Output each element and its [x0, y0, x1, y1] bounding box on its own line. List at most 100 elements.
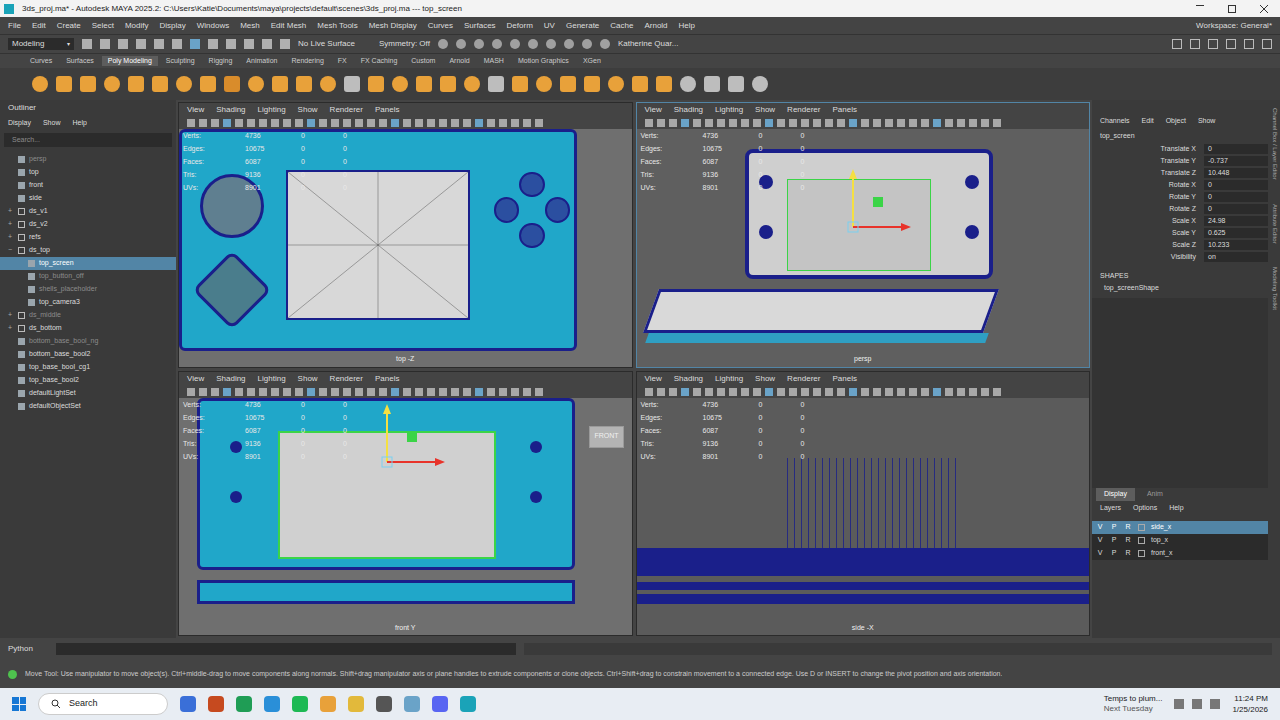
- channel-row[interactable]: Rotate Z0: [1092, 203, 1268, 215]
- taskbar-app-icon[interactable]: [376, 696, 392, 712]
- viewport-tool-icon[interactable]: [801, 388, 809, 396]
- shelf-tool-icon[interactable]: [152, 76, 168, 92]
- viewport-menu-item[interactable]: Renderer: [787, 104, 820, 116]
- viewport-tool-icon[interactable]: [777, 119, 785, 127]
- layer-flag[interactable]: V: [1096, 522, 1104, 533]
- notification[interactable]: Temps to plum...Next Tuesday: [1104, 694, 1163, 714]
- channel-menu-item[interactable]: Channels: [1100, 116, 1130, 127]
- viewport-tool-icon[interactable]: [487, 388, 495, 396]
- shelf-tool-icon[interactable]: [728, 76, 744, 92]
- viewport-tool-icon[interactable]: [379, 388, 387, 396]
- outliner-item[interactable]: top: [0, 166, 176, 179]
- viewport-menu-item[interactable]: Renderer: [330, 373, 363, 385]
- viewport-tool-icon[interactable]: [355, 119, 363, 127]
- shelf-tab[interactable]: Animation: [240, 56, 283, 67]
- taskbar-app-icon[interactable]: [236, 696, 252, 712]
- viewport-tool-icon[interactable]: [789, 119, 797, 127]
- viewport-tool-icon[interactable]: [681, 388, 689, 396]
- move-manipulator-icon[interactable]: [833, 167, 923, 247]
- viewport-tool-icon[interactable]: [391, 388, 399, 396]
- viewport-tool-icon[interactable]: [993, 388, 1001, 396]
- layer-flag[interactable]: R: [1124, 535, 1132, 546]
- channel-value[interactable]: 0: [1204, 180, 1268, 191]
- viewport-tool-icon[interactable]: [247, 388, 255, 396]
- channel-value[interactable]: 0.625: [1204, 228, 1268, 239]
- outliner-item[interactable]: +ds_v1: [0, 205, 176, 218]
- viewport-menu-item[interactable]: Show: [298, 373, 318, 385]
- viewport-tool-icon[interactable]: [873, 119, 881, 127]
- layer-flag[interactable]: P: [1110, 548, 1118, 559]
- ds-bottom-shell[interactable]: [642, 289, 998, 333]
- viewport-tool-icon[interactable]: [825, 388, 833, 396]
- shelf-tool-icon[interactable]: [296, 76, 312, 92]
- layout-icon[interactable]: [1262, 39, 1272, 49]
- shelf-tab[interactable]: Curves: [24, 56, 58, 67]
- viewport-tool-icon[interactable]: [187, 119, 195, 127]
- viewport-pane[interactable]: ViewShadingLightingShowRendererPanelsVer…: [636, 371, 1091, 637]
- status-tool-icon[interactable]: [172, 39, 182, 49]
- outliner-item[interactable]: top_base_bool_cg1: [0, 361, 176, 374]
- viewport-pane[interactable]: ViewShadingLightingShowRendererPanelsVer…: [636, 102, 1091, 368]
- side-tab[interactable]: Channel Box / Layer Editor: [1270, 108, 1279, 180]
- layer-flag[interactable]: V: [1096, 535, 1104, 546]
- outliner-menu-item[interactable]: Help: [72, 118, 86, 129]
- menu-item[interactable]: Select: [92, 20, 114, 32]
- viewport-tool-icon[interactable]: [669, 388, 677, 396]
- viewport-tool-icon[interactable]: [223, 119, 231, 127]
- render-tool-icon[interactable]: [474, 39, 484, 49]
- viewport-menu-item[interactable]: Panels: [375, 104, 399, 116]
- outliner-item[interactable]: top_screen: [0, 257, 176, 270]
- render-tool-icon[interactable]: [510, 39, 520, 49]
- viewport-menu-item[interactable]: Renderer: [787, 373, 820, 385]
- screen-mesh[interactable]: [787, 179, 931, 271]
- channel-value[interactable]: 0: [1204, 204, 1268, 215]
- viewport-tool-icon[interactable]: [463, 388, 471, 396]
- menu-item[interactable]: Generate: [566, 20, 599, 32]
- layout-icon[interactable]: [1190, 39, 1200, 49]
- shelf-tool-icon[interactable]: [320, 76, 336, 92]
- viewport-tool-icon[interactable]: [909, 388, 917, 396]
- viewport-tool-icon[interactable]: [343, 388, 351, 396]
- viewport-tool-icon[interactable]: [729, 388, 737, 396]
- channel-value[interactable]: 0: [1204, 192, 1268, 203]
- channel-menu-item[interactable]: Object: [1166, 116, 1186, 127]
- outliner-item[interactable]: +refs: [0, 231, 176, 244]
- shelf-tab[interactable]: Surfaces: [60, 56, 100, 67]
- viewport-tool-icon[interactable]: [223, 388, 231, 396]
- menu-item[interactable]: Edit: [32, 20, 46, 32]
- status-tool-icon[interactable]: [154, 39, 164, 49]
- viewport-tool-icon[interactable]: [439, 388, 447, 396]
- status-tool-icon[interactable]: [118, 39, 128, 49]
- expand-icon[interactable]: +: [6, 232, 14, 243]
- viewport-menu-item[interactable]: Panels: [832, 104, 856, 116]
- viewport-tool-icon[interactable]: [765, 388, 773, 396]
- viewport-tool-icon[interactable]: [861, 388, 869, 396]
- viewport-tool-icon[interactable]: [379, 119, 387, 127]
- viewport-tool-icon[interactable]: [969, 119, 977, 127]
- viewport-tool-icon[interactable]: [415, 119, 423, 127]
- taskbar-app-icon[interactable]: [208, 696, 224, 712]
- shelf-tab[interactable]: FX: [332, 56, 353, 67]
- screen-mesh[interactable]: [286, 170, 470, 320]
- viewport-tool-icon[interactable]: [511, 119, 519, 127]
- shelf-tool-icon[interactable]: [608, 76, 624, 92]
- viewport-tool-icon[interactable]: [741, 388, 749, 396]
- channel-row[interactable]: Scale Y0.625: [1092, 227, 1268, 239]
- viewport-tool-icon[interactable]: [909, 119, 917, 127]
- layer-flag[interactable]: P: [1110, 522, 1118, 533]
- channel-row[interactable]: Scale Z10.233: [1092, 239, 1268, 251]
- outliner-item[interactable]: −ds_top: [0, 244, 176, 257]
- status-tool-icon[interactable]: [136, 39, 146, 49]
- tray-icons[interactable]: [1174, 699, 1220, 709]
- channel-row[interactable]: Translate Y-0.737: [1092, 155, 1268, 167]
- shelf-tool-icon[interactable]: [656, 76, 672, 92]
- expand-icon[interactable]: +: [6, 206, 14, 217]
- viewport-canvas[interactable]: FRONTVerts:473600Edges:1067500Faces:6087…: [179, 398, 632, 636]
- render-tool-icon[interactable]: [564, 39, 574, 49]
- outliner-menu-item[interactable]: Show: [43, 118, 61, 129]
- taskbar-app-icon[interactable]: [404, 696, 420, 712]
- shelf-tab[interactable]: Rendering: [285, 56, 329, 67]
- viewport-tool-icon[interactable]: [259, 388, 267, 396]
- shelf-tab[interactable]: Arnold: [443, 56, 475, 67]
- outliner-item[interactable]: +ds_bottom: [0, 322, 176, 335]
